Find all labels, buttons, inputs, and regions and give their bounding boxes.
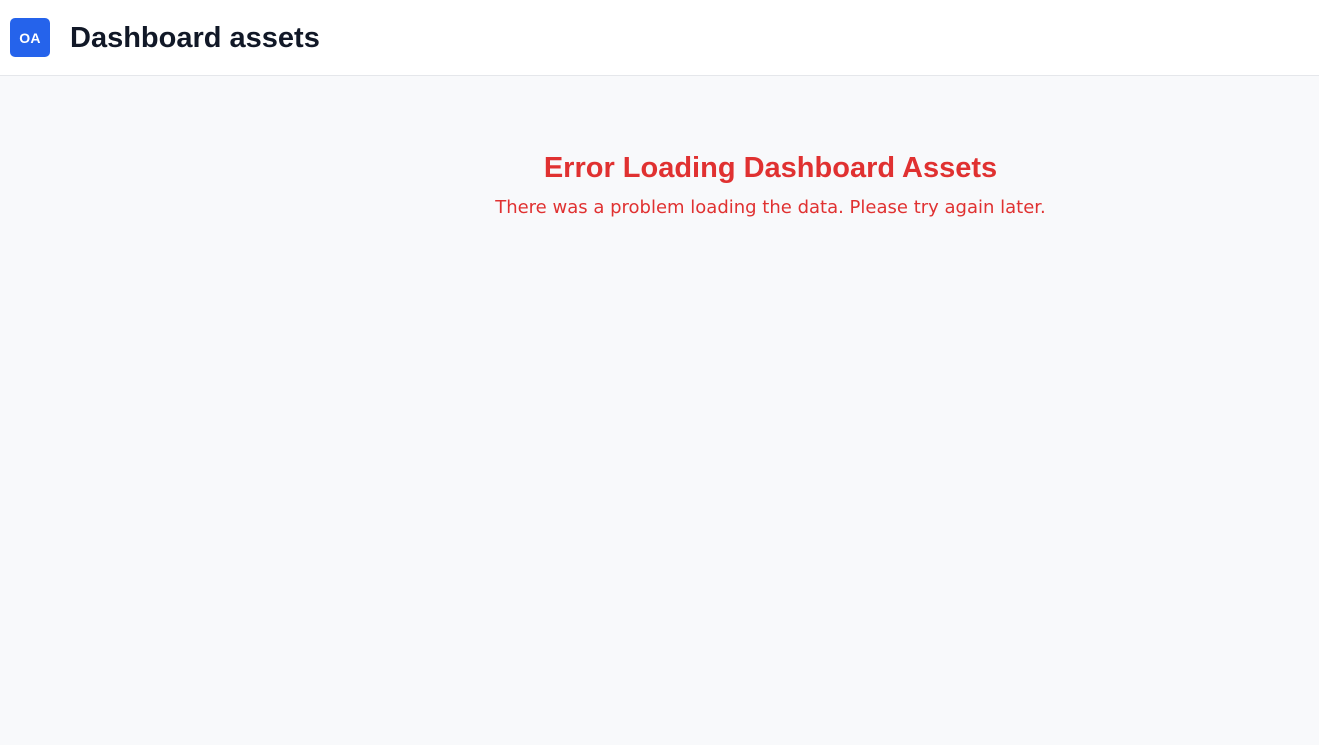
error-message: There was a problem loading the data. Pl… <box>495 197 1046 218</box>
app-logo-text: OA <box>19 29 41 46</box>
app-logo[interactable]: OA <box>10 18 50 57</box>
error-title: Error Loading Dashboard Assets <box>543 152 998 184</box>
app-header: OA Dashboard assets <box>0 0 1319 76</box>
error-panel: Error Loading Dashboard Assets There was… <box>0 148 1319 220</box>
page-title: Dashboard assets <box>70 22 320 54</box>
